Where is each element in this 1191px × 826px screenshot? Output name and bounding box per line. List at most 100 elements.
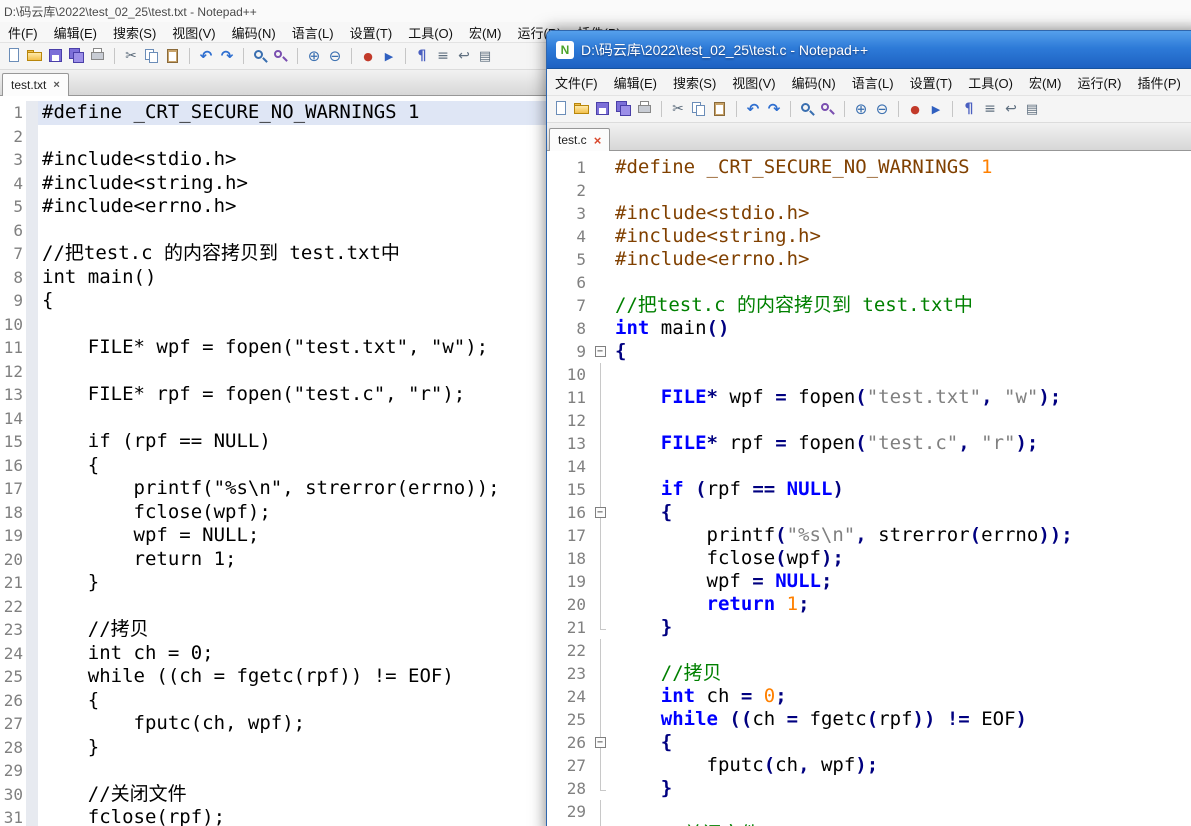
record-macro-icon[interactable] [906,100,924,118]
word-wrap-icon[interactable] [1002,100,1020,118]
menu-item[interactable]: 插件(P) [1130,71,1189,94]
bookmark-margin [26,759,38,783]
open-file-icon[interactable] [573,100,591,118]
line-number: 16 [0,454,26,478]
menu-item[interactable]: 编辑(E) [46,21,105,44]
code-line: 8int main() [547,317,1191,340]
menu-item[interactable]: 宏(M) [1021,71,1070,94]
line-number: 11 [0,336,26,360]
save-all-icon[interactable] [68,47,86,65]
tab-test-c[interactable]: test.c [549,128,610,151]
undo-icon[interactable] [744,100,762,118]
redo-icon[interactable] [218,47,236,65]
show-all-characters-icon[interactable] [413,47,431,65]
replace-icon[interactable] [272,47,290,65]
record-macro-icon[interactable] [359,47,377,65]
code-text: int main() [611,317,1191,340]
menu-item[interactable]: 编码(N) [224,21,284,44]
fold-margin [589,685,611,708]
paste-icon[interactable] [711,100,729,118]
cut-icon[interactable] [669,100,687,118]
undo-icon[interactable] [197,47,215,65]
save-icon[interactable] [47,47,65,65]
code-line: 20 return 1; [547,593,1191,616]
zoom-in-icon[interactable] [305,47,323,65]
zoom-out-icon[interactable] [326,47,344,65]
menu-item[interactable]: 语言(L) [284,21,342,44]
zoom-out-icon[interactable] [873,100,891,118]
show-all-characters-icon[interactable] [960,100,978,118]
fold-marker-icon[interactable] [595,507,606,518]
redo-icon[interactable] [765,100,783,118]
menu-item[interactable]: 设置(T) [342,21,401,44]
menu-item[interactable]: 工具(O) [960,71,1021,94]
line-number: 29 [547,800,589,823]
bookmark-margin [26,172,38,196]
menu-item[interactable]: 视图(V) [164,21,223,44]
tab-test-txt[interactable]: test.txt [2,73,69,96]
bookmark-margin [26,407,38,431]
toolbar-separator [114,48,115,64]
fold-marker-icon[interactable] [595,346,606,357]
menu-item[interactable]: 宏(M) [461,21,510,44]
tab-close-icon[interactable] [53,80,59,91]
code-text: wpf = NULL; [611,570,1191,593]
find-icon[interactable] [798,100,816,118]
fold-margin [589,662,611,685]
menu-item[interactable]: 文件(F) [547,71,606,94]
play-macro-icon[interactable] [380,47,398,65]
print-icon[interactable] [89,47,107,65]
fold-guide [600,754,601,777]
code-line: 18 fclose(wpf); [547,547,1191,570]
menu-item[interactable]: 设置(T) [902,71,961,94]
indent-guide-icon[interactable] [434,47,452,65]
bookmark-margin [26,454,38,478]
tab-close-icon[interactable] [594,134,602,147]
find-icon[interactable] [251,47,269,65]
fg-tabbar: test.c [547,123,1191,151]
fold-marker-icon[interactable] [595,737,606,748]
menu-item[interactable]: 编码(N) [784,71,844,94]
print-icon[interactable] [636,100,654,118]
play-macro-icon[interactable] [927,100,945,118]
menu-item[interactable]: 件(F) [0,21,46,44]
menu-item[interactable]: 语言(L) [844,71,902,94]
code-text: FILE* rpf = fopen("test.c", "r"); [611,432,1191,455]
indent-guide-icon[interactable] [981,100,999,118]
menu-item[interactable]: 运行(R) [1069,71,1129,94]
fg-titlebar[interactable]: D:\码云库\2022\test_02_25\test.c - Notepad+… [547,31,1191,69]
cut-icon[interactable] [122,47,140,65]
zoom-in-icon[interactable] [852,100,870,118]
open-file-icon[interactable] [26,47,44,65]
fold-guide [600,386,601,409]
menu-item[interactable]: 编辑(E) [606,71,665,94]
code-text: #include<string.h> [611,225,1191,248]
save-all-icon[interactable] [615,100,633,118]
menu-item[interactable]: 搜索(S) [665,71,724,94]
fg-code-editor[interactable]: 1#define _CRT_SECURE_NO_WARNINGS 123#inc… [547,151,1191,826]
document-map-icon[interactable] [476,47,494,65]
fold-margin [589,294,611,317]
fold-margin [589,777,611,800]
code-line: 9{ [547,340,1191,363]
save-icon[interactable] [594,100,612,118]
copy-icon[interactable] [690,100,708,118]
toolbar-separator [661,101,662,117]
bookmark-margin [26,665,38,689]
menu-item[interactable]: 工具(O) [400,21,461,44]
paste-icon[interactable] [164,47,182,65]
code-text [611,639,1191,662]
new-file-icon[interactable] [552,100,570,118]
code-text [611,455,1191,478]
document-map-icon[interactable] [1023,100,1041,118]
word-wrap-icon[interactable] [455,47,473,65]
bookmark-margin [26,242,38,266]
menu-item[interactable]: 视图(V) [724,71,783,94]
menu-item[interactable]: 搜索(S) [105,21,164,44]
copy-icon[interactable] [143,47,161,65]
replace-icon[interactable] [819,100,837,118]
new-file-icon[interactable] [5,47,23,65]
code-text: fputc(ch, wpf); [611,754,1191,777]
fold-margin [589,432,611,455]
code-line: 2 [547,179,1191,202]
